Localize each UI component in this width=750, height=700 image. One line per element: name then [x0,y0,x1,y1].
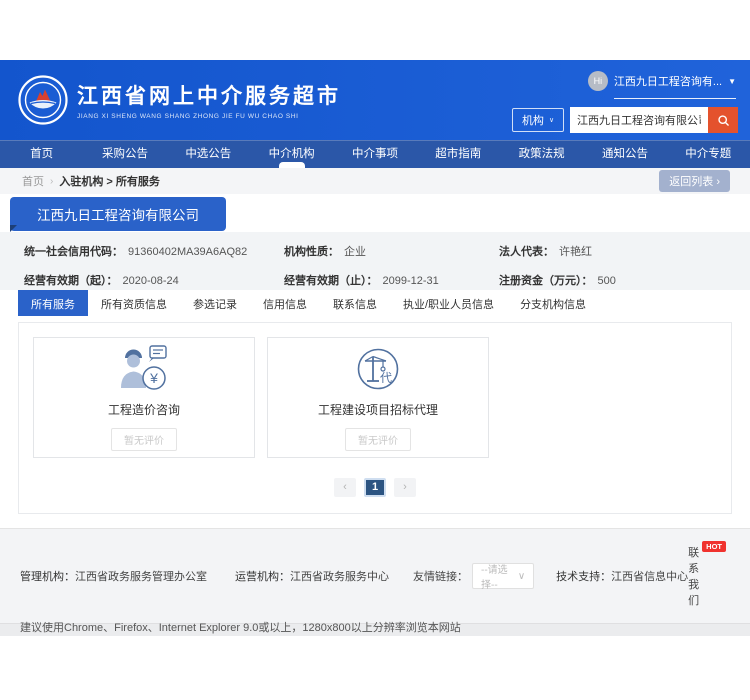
friendly-links-select[interactable]: --请选择-- ∨ [472,563,534,589]
avatar: Hi [588,71,608,91]
user-account-dropdown[interactable]: Hi 江西九日工程咨询有... ▼ [588,71,736,91]
main-nav: 首页 采购公告 中选公告 中介机构 中介事项 超市指南 政策法规 通知公告 中介… [0,140,750,168]
search-category-label: 机构 [522,112,544,128]
cost-consulting-icon: ¥ [113,344,175,394]
footer-tech-label: 技术支持： [556,571,611,583]
search-category-select[interactable]: 机构 ∨ [512,108,564,132]
back-to-list-button[interactable]: 返回列表 › [659,170,730,192]
nav-item-policies[interactable]: 政策法规 [500,141,583,168]
nav-item-market-guide[interactable]: 超市指南 [417,141,500,168]
breadcrumb-current: 入驻机构 > 所有服务 [59,173,160,189]
info-label: 机构性质： [284,246,339,258]
tab-selection-records[interactable]: 参选记录 [180,290,250,316]
header-search-bar: 机构 ∨ [512,107,738,133]
tab-contact-info[interactable]: 联系信息 [320,290,390,316]
nav-item-procurement-notices[interactable]: 采购公告 [83,141,166,168]
user-name: 江西九日工程咨询有... [614,73,722,89]
chevron-down-icon: ∨ [518,571,525,582]
nav-item-selection-notices[interactable]: 中选公告 [167,141,250,168]
page-footer: 管理机构：江西省政务服务管理办公室 运营机构：江西省政务服务中心 友情链接： -… [0,528,750,623]
nav-item-home[interactable]: 首页 [0,141,83,168]
search-input[interactable] [570,107,708,133]
tab-credit-info[interactable]: 信用信息 [250,290,320,316]
nav-item-intermediary-agencies[interactable]: 中介机构 [250,141,333,168]
footer-admin-value: 江西省政务服务管理办公室 [75,571,207,583]
caret-down-icon: ▼ [728,77,736,86]
breadcrumb: 首页 › 入驻机构 > 所有服务 返回列表 › [0,168,750,194]
company-name-banner: 江西九日工程咨询有限公司 [10,197,226,231]
info-value: 91360402MA39A6AQ82 [128,246,247,258]
info-label: 经营有效期（止）： [284,275,378,287]
site-logo-home-link[interactable]: 江西省网上中介服务超市 JIANG XI SHENG WANG SHANG ZH… [18,75,341,125]
tab-all-services[interactable]: 所有服务 [18,290,88,316]
tab-personnel-info[interactable]: 执业/职业人员信息 [390,290,507,316]
search-icon [717,114,730,127]
banner-fold [10,225,17,232]
site-logo-icon [18,75,68,125]
bidding-agency-icon: 代 [353,344,403,394]
chevron-down-icon: ∨ [549,116,554,124]
service-title: 工程建设项目招标代理 [318,401,438,418]
service-title: 工程造价咨询 [108,401,180,418]
info-label: 注册资金（万元）： [499,275,593,287]
pagination-next-button[interactable]: › [394,478,416,497]
header-divider [614,98,736,99]
top-white-strip [0,0,750,60]
search-button[interactable] [708,107,738,133]
detail-tabs: 所有服务 所有资质信息 参选记录 信用信息 联系信息 执业/职业人员信息 分支机… [0,290,750,316]
info-value: 企业 [344,246,366,258]
no-review-badge: 暂无评价 [111,428,177,451]
info-value: 500 [598,275,616,287]
tab-branch-info[interactable]: 分支机构信息 [507,290,599,316]
nav-item-special-topics[interactable]: 中介专题 [667,141,750,168]
info-value: 许艳红 [559,246,592,258]
pagination-prev-button[interactable]: ‹ [334,478,356,497]
service-card-bidding-agency[interactable]: 代 工程建设项目招标代理 暂无评价 [267,337,489,458]
site-title: 江西省网上中介服务超市 [77,80,341,110]
svg-text:代: 代 [380,371,392,385]
info-value: 2020-08-24 [123,275,179,287]
service-card-cost-consulting[interactable]: ¥ 工程造价咨询 暂无评价 [33,337,255,458]
contact-us-label: 联系我们 [688,544,699,608]
footer-operator-value: 江西省政务服务中心 [290,571,389,583]
footer-tech-value: 江西省信息中心 [611,571,688,583]
services-panel: ¥ 工程造价咨询 暂无评价 代 工程建设项目招标代理 暂无评价 ‹ 1 › [18,322,732,514]
info-label: 经营有效期（起）： [24,275,118,287]
no-review-badge: 暂无评价 [345,428,411,451]
footer-links-label: 友情链接： [413,568,468,584]
tab-qualifications[interactable]: 所有资质信息 [88,290,180,316]
site-subtitle: JIANG XI SHENG WANG SHANG ZHONG JIE FU W… [77,113,341,120]
pagination-current-page[interactable]: 1 [364,478,386,497]
friendly-links-placeholder: --请选择-- [481,561,518,591]
nav-item-announcements[interactable]: 通知公告 [583,141,666,168]
pagination: ‹ 1 › [19,478,731,497]
hot-badge: HOT [702,541,726,552]
company-info-panel: 统一社会信用代码： 91360402MA39A6AQ82 机构性质： 企业 法人代表… [0,232,750,290]
info-label: 统一社会信用代码： [24,246,123,258]
contact-us-link[interactable]: 联系我们 HOT [688,544,726,608]
svg-text:¥: ¥ [149,370,158,386]
site-header: 江西省网上中介服务超市 JIANG XI SHENG WANG SHANG ZH… [0,60,750,140]
breadcrumb-home-link[interactable]: 首页 [22,173,44,189]
company-banner-row: 江西九日工程咨询有限公司 [0,194,750,232]
breadcrumb-separator-icon: › [50,176,53,187]
footer-operator-label: 运营机构： [235,571,290,583]
nav-item-intermediary-matters[interactable]: 中介事项 [333,141,416,168]
info-value: 2099-12-31 [383,275,439,287]
info-label: 法人代表： [499,246,554,258]
spacer [0,514,750,528]
footer-admin-label: 管理机构： [20,571,75,583]
